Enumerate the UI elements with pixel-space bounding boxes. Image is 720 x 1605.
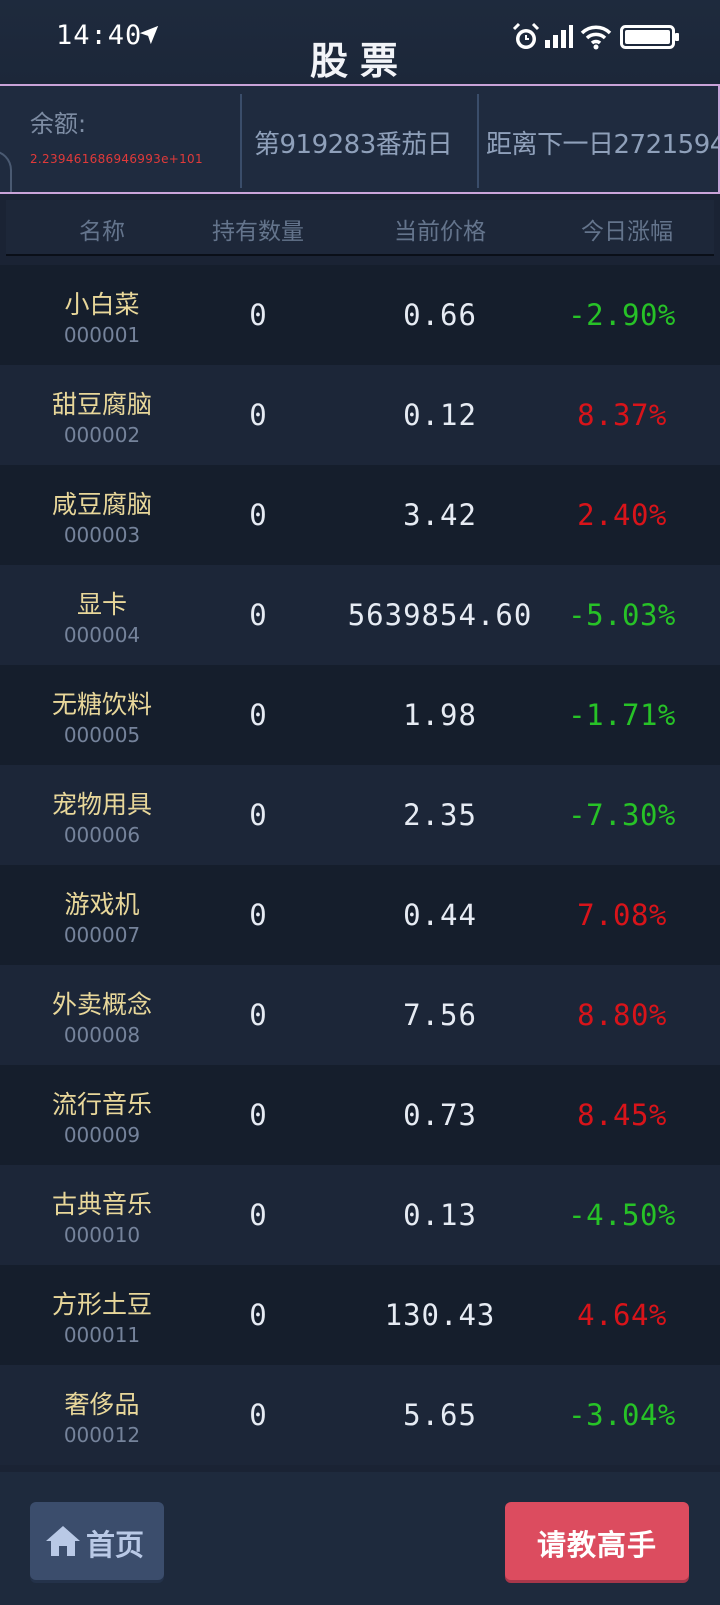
stock-price: 0.73	[403, 1098, 477, 1132]
battery-icon	[620, 25, 679, 49]
stock-quantity: 0	[249, 1098, 267, 1132]
balance-label: 余额:	[30, 110, 87, 138]
stock-code: 000005	[63, 723, 141, 747]
column-header-change: 今日涨幅	[581, 219, 673, 245]
info-banner: 余额: 2.239461686946993e+101 第919283番茄日 距离…	[0, 84, 720, 194]
stock-change: -4.50%	[568, 1198, 676, 1232]
stock-change: 8.37%	[577, 398, 667, 432]
stock-change: -5.03%	[568, 598, 676, 632]
stock-name: 小白菜	[64, 290, 140, 319]
stock-code: 000009	[63, 1123, 141, 1147]
stock-change: 4.64%	[577, 1298, 667, 1332]
top-bar: 14:40 股票	[0, 0, 720, 84]
stock-row[interactable]: 无糖饮料 000005 0 1.98 -1.71%	[0, 665, 720, 765]
stock-quantity: 0	[249, 1298, 267, 1332]
page-title: 股票	[309, 39, 410, 83]
ask-expert-label: 请教高手	[536, 1528, 657, 1562]
bottom-bar: 首页 请教高手	[0, 1472, 720, 1605]
next-day-countdown: 距离下一日27215942	[486, 130, 720, 160]
column-header-quantity: 持有数量	[212, 219, 304, 245]
stock-quantity: 0	[249, 598, 267, 632]
stock-change: -1.71%	[568, 698, 676, 732]
stock-price: 5639854.60	[347, 598, 533, 632]
stock-price: 0.44	[403, 898, 477, 932]
stock-code: 000010	[63, 1223, 141, 1247]
stock-code: 000012	[63, 1423, 141, 1447]
stock-price: 5.65	[403, 1398, 477, 1432]
stock-quantity: 0	[249, 398, 267, 432]
stock-name: 显卡	[76, 590, 127, 619]
stock-code: 000006	[63, 823, 141, 847]
stock-change: -2.90%	[568, 298, 676, 332]
home-button[interactable]: 首页	[30, 1502, 164, 1580]
wifi-icon	[580, 25, 612, 50]
stock-price: 0.12	[403, 398, 477, 432]
stock-name: 方形土豆	[51, 1290, 152, 1319]
stock-change: 7.08%	[577, 898, 667, 932]
stock-code: 000003	[63, 523, 141, 547]
stock-row[interactable]: 显卡 000004 0 5639854.60 -5.03%	[0, 565, 720, 665]
table-header: 名称 持有数量 当前价格 今日涨幅	[6, 200, 714, 256]
column-header-name: 名称	[79, 219, 125, 245]
stock-price: 0.13	[403, 1198, 477, 1232]
stock-quantity: 0	[249, 1398, 267, 1432]
ask-expert-button[interactable]: 请教高手	[505, 1502, 689, 1580]
stock-code: 000004	[63, 623, 141, 647]
day-counter: 第919283番茄日	[254, 130, 453, 160]
stock-row[interactable]: 奢侈品 000012 0 5.65 -3.04%	[0, 1365, 720, 1465]
alarm-icon	[512, 22, 540, 49]
stock-price: 0.66	[403, 298, 477, 332]
stock-change: 2.40%	[577, 498, 667, 532]
stock-name: 奢侈品	[64, 1390, 140, 1419]
stock-code: 000007	[63, 923, 141, 947]
stock-quantity: 0	[249, 1198, 267, 1232]
stock-name: 游戏机	[64, 890, 140, 919]
stock-price: 3.42	[403, 498, 477, 532]
home-icon	[46, 1526, 80, 1556]
banner-divider	[477, 94, 479, 188]
stock-row[interactable]: 方形土豆 000011 0 130.43 4.64%	[0, 1265, 720, 1365]
stock-change: 8.80%	[577, 998, 667, 1032]
stock-price: 7.56	[403, 998, 477, 1032]
stock-price: 1.98	[403, 698, 477, 732]
stock-list: 小白菜 000001 0 0.66 -2.90% 甜豆腐脑 000002 0 0…	[0, 265, 720, 1465]
column-header-price: 当前价格	[394, 219, 486, 245]
stock-row[interactable]: 咸豆腐脑 000003 0 3.42 2.40%	[0, 465, 720, 565]
stock-change: 8.45%	[577, 1098, 667, 1132]
stock-code: 000008	[63, 1023, 141, 1047]
stock-quantity: 0	[249, 298, 267, 332]
stock-name: 外卖概念	[51, 990, 152, 1019]
stock-code: 000011	[63, 1323, 141, 1347]
stock-name: 甜豆腐脑	[51, 390, 152, 419]
stock-code: 000002	[63, 423, 141, 447]
stock-row[interactable]: 甜豆腐脑 000002 0 0.12 8.37%	[0, 365, 720, 465]
stock-name: 古典音乐	[51, 1190, 152, 1219]
stock-price: 2.35	[403, 798, 477, 832]
stock-row[interactable]: 外卖概念 000008 0 7.56 8.80%	[0, 965, 720, 1065]
stock-name: 流行音乐	[51, 1090, 152, 1119]
stock-row[interactable]: 古典音乐 000010 0 0.13 -4.50%	[0, 1165, 720, 1265]
stock-name: 无糖饮料	[51, 690, 152, 719]
stock-price: 130.43	[384, 1298, 496, 1332]
stock-row[interactable]: 游戏机 000007 0 0.44 7.08%	[0, 865, 720, 965]
stock-row[interactable]: 小白菜 000001 0 0.66 -2.90%	[0, 265, 720, 365]
stock-row[interactable]: 宠物用具 000006 0 2.35 -7.30%	[0, 765, 720, 865]
stock-name: 咸豆腐脑	[51, 490, 152, 519]
stock-code: 000001	[63, 323, 141, 347]
signal-icon	[545, 25, 573, 48]
stock-quantity: 0	[249, 698, 267, 732]
stock-quantity: 0	[249, 998, 267, 1032]
stock-name: 宠物用具	[51, 790, 152, 819]
stock-row[interactable]: 流行音乐 000009 0 0.73 8.45%	[0, 1065, 720, 1165]
home-button-label: 首页	[86, 1528, 145, 1562]
stock-quantity: 0	[249, 898, 267, 932]
stock-change: -7.30%	[568, 798, 676, 832]
stock-change: -3.04%	[568, 1398, 676, 1432]
stock-screen: 14:40 股票 余额: 2.239461686946993e+101 第919…	[0, 0, 720, 1605]
stock-quantity: 0	[249, 498, 267, 532]
stock-quantity: 0	[249, 798, 267, 832]
banner-decoration	[0, 150, 12, 192]
balance-value: 2.239461686946993e+101	[30, 152, 203, 166]
banner-divider	[240, 94, 242, 188]
